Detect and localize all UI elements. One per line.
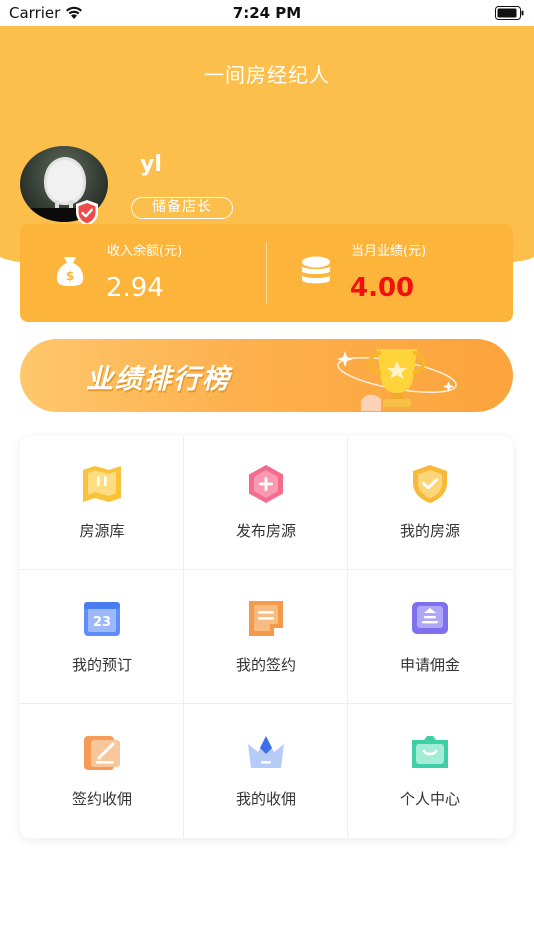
menu-item-my-bookings[interactable]: 23 我的预订	[20, 570, 184, 704]
menu-item-personal-center[interactable]: 个人中心	[348, 704, 513, 838]
balance-label: 收入余额(元)	[107, 244, 183, 259]
avatar-sheep-figure	[47, 160, 83, 202]
svg-text:23: 23	[93, 615, 111, 630]
battery-icon	[495, 6, 524, 20]
coins-icon	[302, 256, 330, 284]
menu-label: 我的签约	[235, 656, 296, 674]
ranking-banner[interactable]: 业绩排行榜	[20, 339, 513, 412]
ranking-title: 业绩排行榜	[86, 364, 231, 395]
contract-icon	[249, 601, 283, 636]
commission-apply-icon	[412, 602, 448, 634]
menu-label: 我的预订	[71, 656, 132, 674]
monthly-performance-value: 4.00	[350, 273, 415, 303]
menu-item-my-listings[interactable]: 我的房源	[348, 436, 513, 570]
menu-label: 发布房源	[235, 522, 296, 540]
menu-label: 我的收佣	[235, 790, 296, 808]
personal-center-icon	[412, 736, 448, 768]
menu-item-publish-listing[interactable]: 发布房源	[184, 436, 348, 570]
sign-commission-icon	[84, 736, 120, 770]
house-library-icon	[83, 466, 121, 502]
menu-label: 签约收佣	[71, 790, 132, 808]
menu-label: 房源库	[79, 522, 125, 540]
menu-item-apply-commission[interactable]: 申请佣金	[348, 570, 513, 704]
publish-plus-icon	[249, 465, 283, 503]
menu-label: 申请佣金	[399, 656, 460, 674]
my-listing-shield-icon	[413, 465, 447, 503]
username: yl	[140, 152, 162, 177]
menu-item-sign-commission[interactable]: 签约收佣	[20, 704, 184, 838]
status-bar: Carrier 7:24 PM	[0, 0, 534, 26]
function-grid: 房源库 发布房源 我的房源 23 我的预订 我的签约 申请佣金 签约收佣 我的收…	[20, 436, 513, 838]
menu-item-house-library[interactable]: 房源库	[20, 436, 184, 570]
verified-shield-icon	[76, 200, 98, 226]
money-bag-icon: $	[56, 257, 84, 286]
role-badge: 储备店长	[131, 197, 233, 219]
monthly-performance-label: 当月业绩(元)	[351, 244, 427, 259]
earnings-card: $ 收入余额(元) 2.94 当月业绩(元) 4.00	[20, 224, 513, 322]
svg-text:$: $	[66, 269, 74, 283]
crown-icon	[248, 736, 284, 768]
page-title: 一间房经纪人	[204, 63, 330, 87]
trophy-icon	[337, 349, 457, 411]
balance-value: 2.94	[106, 273, 164, 303]
stats-divider	[266, 242, 267, 304]
calendar-icon: 23	[84, 602, 120, 636]
menu-label: 个人中心	[399, 790, 460, 808]
menu-item-my-contracts[interactable]: 我的签约	[184, 570, 348, 704]
menu-label: 我的房源	[399, 522, 460, 540]
menu-item-my-commission[interactable]: 我的收佣	[184, 704, 348, 838]
clock: 7:24 PM	[232, 4, 302, 22]
